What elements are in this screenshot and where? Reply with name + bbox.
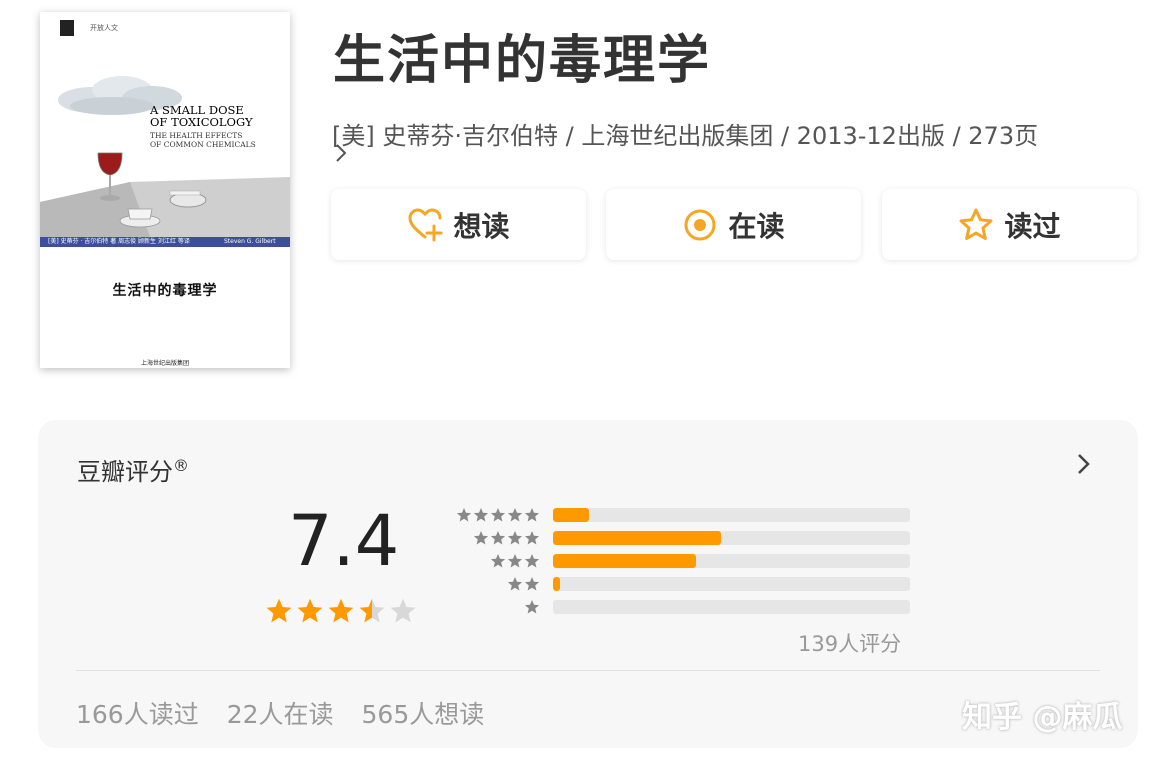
distribution-row-2 [450,576,910,592]
rating-star-icon [297,598,323,623]
have-read-button[interactable]: 读过 [882,189,1137,260]
target-icon [684,209,716,240]
read-count[interactable]: 166人读过 [76,695,199,731]
reading-count[interactable]: 22人在读 [227,695,334,731]
cover-chinese-title: 生活中的毒理学 [112,283,218,299]
reading-button[interactable]: 在读 [606,189,861,260]
distribution-row-3 [450,553,910,569]
small-star-icon [473,508,489,522]
distribution-track [553,577,910,591]
distribution-row-5 [450,507,910,523]
want-to-read-button[interactable]: 想读 [331,189,586,260]
small-star-icon [524,531,540,545]
small-star-icon [490,508,506,522]
still-life-illustration [40,152,290,237]
book-cover[interactable]: 开放人文 A SMALL DOSE OF TOXICOLOGY THE HEAL… [40,12,290,368]
book-title: 生活中的毒理学 [333,31,712,91]
reading-label: 在读 [728,209,785,243]
distribution-bar [553,508,589,522]
small-star-icon [507,531,523,545]
publisher-logo [60,20,74,36]
small-star-icon [490,531,506,545]
rating-title: 豆瓣评分® [77,456,189,486]
distribution-track [553,508,910,522]
rating-star-icon [359,598,385,623]
rating-card[interactable]: 豆瓣评分® 7.4 139人评分 166人读过 22人在读 565人想读 知乎 … [38,420,1138,748]
rating-star-icon [328,598,354,623]
want-to-read-label: 想读 [453,209,510,243]
cover-english-title: A SMALL DOSE OF TOXICOLOGY [150,103,253,129]
cover-author-band: [美] 史蒂芬 · 吉尔伯特 著 周志俊 顾新生 刘江红 等译 Steven G… [40,237,290,247]
rating-stars [265,597,417,625]
small-star-icon [473,531,489,545]
star-outline-icon [959,208,993,240]
small-star-icon [524,554,540,568]
have-read-label: 读过 [1004,209,1061,243]
watermark: 知乎 @麻瓜 [962,700,1123,735]
book-meta[interactable]: [美] 史蒂芬·吉尔伯特 / 上海世纪出版集团 / 2013-12出版 / 27… [332,116,1132,151]
small-star-icon [456,508,472,522]
divider [76,670,1100,671]
chevron-right-icon[interactable] [332,140,350,166]
distribution-track [553,600,910,614]
reader-stats: 166人读过 22人在读 565人想读 [76,695,484,731]
distribution-bar [553,554,696,568]
small-star-icon [507,554,523,568]
chevron-right-icon[interactable] [1074,450,1094,478]
distribution-bar [553,577,561,591]
want-count[interactable]: 565人想读 [362,695,485,731]
heart-plus-icon [408,207,443,241]
small-star-icon [524,508,540,522]
distribution-track [553,554,910,568]
small-star-icon [490,554,506,568]
cover-series: 开放人文 [90,24,118,32]
small-star-icon [507,577,523,591]
small-star-icon [524,600,540,614]
rating-count: 139人评分 [798,632,902,656]
small-star-icon [507,508,523,522]
rating-star-icon [390,598,416,623]
rating-star-icon [266,598,292,623]
distribution-track [553,531,910,545]
distribution-row-1 [450,599,910,615]
rating-score: 7.4 [288,500,400,582]
cover-publisher: 上海世纪出版集团 [140,360,189,367]
distribution-row-4 [450,530,910,546]
small-star-icon [524,577,540,591]
distribution-bar [553,531,721,545]
